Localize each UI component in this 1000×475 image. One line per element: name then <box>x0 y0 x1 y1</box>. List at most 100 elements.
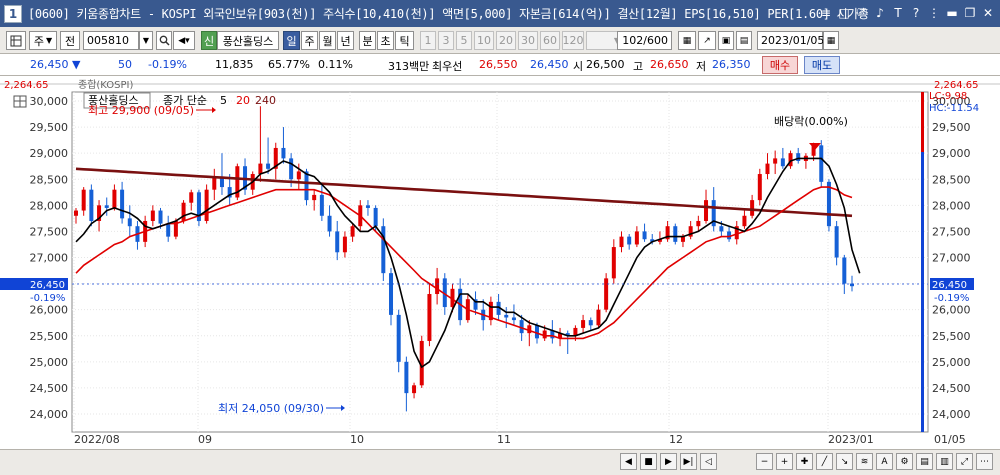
chevron-down-icon: ▼ <box>45 36 53 45</box>
restore-icon[interactable]: ❐ <box>962 4 978 21</box>
tab-yearly[interactable]: 년 <box>337 31 354 50</box>
zoom-out-icon[interactable]: − <box>756 453 773 470</box>
text-tool-icon[interactable]: A <box>876 453 893 470</box>
candle-down <box>396 314 401 362</box>
tab-tick[interactable]: 틱 <box>395 31 414 50</box>
y-tick-label-left: 24,500 <box>30 382 69 395</box>
candle-down <box>289 158 294 180</box>
interval-60[interactable]: 60 <box>540 31 560 50</box>
candle-up <box>412 385 417 394</box>
minimize-icon[interactable]: ▬ <box>944 4 960 21</box>
speaker-icon[interactable]: ◀▾ <box>173 31 195 50</box>
play-icon[interactable]: ▶ <box>660 453 677 470</box>
more-icon[interactable]: ⋯ <box>976 453 993 470</box>
candle-up <box>212 176 217 190</box>
settings-icon[interactable]: ⚙ <box>896 453 913 470</box>
current-pct-right: -0.19% <box>934 293 969 304</box>
font-icon[interactable]: T <box>890 4 906 21</box>
candle-up <box>773 158 778 164</box>
chart-grid-icon[interactable] <box>6 31 26 50</box>
y-tick-label-right: 27,000 <box>932 252 971 265</box>
sell-button[interactable]: 매도 <box>804 56 840 74</box>
indicator-icon[interactable]: ▦ <box>678 31 696 50</box>
code-dropdown-icon[interactable]: ▼ <box>139 31 153 50</box>
tab-monthly[interactable]: 월 <box>319 31 336 50</box>
tab-second[interactable]: 초 <box>377 31 394 50</box>
fib-icon[interactable]: ≋ <box>856 453 873 470</box>
interval-5[interactable]: 5 <box>456 31 472 50</box>
more-icon[interactable]: ⋮ <box>926 4 942 21</box>
draw-line-icon[interactable]: ╱ <box>816 453 833 470</box>
candle-up <box>312 194 317 201</box>
candle-down <box>365 205 370 208</box>
stop-icon[interactable]: ■ <box>640 453 657 470</box>
tab-weekly[interactable]: 주 <box>301 31 318 50</box>
kospi-overlay-label: 종합(KOSPI) <box>78 79 134 91</box>
x-tick-label: 2023/01 <box>828 433 874 446</box>
candle-up <box>150 210 155 221</box>
dividend-annotation: 배당락(0.00%) <box>774 115 848 128</box>
fullscreen-icon[interactable]: ⤢ <box>956 453 973 470</box>
rewind-icon[interactable]: ◀ <box>620 453 637 470</box>
buy-button[interactable]: 매수 <box>762 56 798 74</box>
x-tick-label: 10 <box>350 433 364 446</box>
low-price: 26,350 <box>712 58 751 71</box>
candle-down <box>158 210 163 224</box>
candle-up <box>765 163 770 175</box>
candle-down <box>381 226 386 274</box>
y-tick-label-right: 29,000 <box>932 147 971 160</box>
search-icon[interactable] <box>156 31 172 50</box>
crosshair-icon[interactable]: ✚ <box>796 453 813 470</box>
zoom-in-icon[interactable]: + <box>776 453 793 470</box>
tab-daily[interactable]: 일 <box>283 31 300 50</box>
interval-10[interactable]: 10 <box>474 31 494 50</box>
app-icon: 1 <box>4 4 22 23</box>
trend-icon[interactable]: ↗ <box>698 31 716 50</box>
chart-toolbar: 주 ▼ 전 005810 ▼ ◀▾ 신 풍산홀딩스 일 주 월 년 분 초 틱 1… <box>0 27 1000 54</box>
candle-up <box>189 192 194 203</box>
candle-down <box>780 158 785 167</box>
y-tick-label-right: 24,500 <box>932 382 971 395</box>
legend-ma240: 240 <box>255 94 276 107</box>
window-title: [0600] 키움종합차트 - KOSPI 외국인보유[903(천)] 주식수[… <box>28 7 868 21</box>
volume-ratio: 65.77% <box>268 58 310 71</box>
help-icon[interactable]: ? <box>908 4 924 21</box>
sound-icon[interactable]: ♪ <box>872 4 888 21</box>
stock-code-input[interactable]: 005810 <box>83 31 139 50</box>
interval-30[interactable]: 30 <box>518 31 538 50</box>
scroll-left-icon[interactable]: ◁ <box>700 453 717 470</box>
new-listing-badge[interactable]: 신 <box>201 31 217 50</box>
chart-area[interactable]: 2,264.65 종합(KOSPI) 2,264.65 30,000 29,500… <box>0 76 1000 452</box>
bar-count-input[interactable]: 102/600 <box>617 31 672 50</box>
interval-120[interactable]: 120 <box>562 31 584 50</box>
print-icon[interactable]: ▤ <box>916 453 933 470</box>
save-icon[interactable]: ▣ <box>718 31 734 50</box>
calendar-toggle-icon[interactable]: ▤ <box>736 31 752 50</box>
price-chart[interactable]: 2,264.65 종합(KOSPI) 2,264.65 30,000 29,500… <box>0 76 1000 452</box>
candle-up <box>704 200 709 221</box>
y-tick-label-right: 28,000 <box>932 199 971 212</box>
quote-bar: 26,450 ▼ 50 -0.19% 11,835 65.77% 0.11% 3… <box>0 54 1000 76</box>
layout-icon[interactable]: □ <box>836 4 852 21</box>
interval-1[interactable]: 1 <box>420 31 436 50</box>
y-tick-label-left: 29,500 <box>30 121 69 134</box>
candle-up <box>542 330 547 339</box>
tab-minute[interactable]: 분 <box>359 31 376 50</box>
period-select[interactable]: 주 ▼ <box>29 31 57 50</box>
interval-20[interactable]: 20 <box>496 31 516 50</box>
interval-3[interactable]: 3 <box>438 31 454 50</box>
kospi-right-value: 2,264.65 <box>934 80 979 91</box>
candle-up <box>634 231 639 245</box>
prev-button[interactable]: 전 <box>60 31 80 50</box>
trend-line-icon[interactable]: ↘ <box>836 453 853 470</box>
candle-down <box>389 273 394 315</box>
date-input[interactable]: 2023/01/05 <box>757 31 824 50</box>
candle-down <box>819 145 824 182</box>
window-controls: ≡ □ ⎚ ♪ T ? ⋮ ▬ ❐ ✕ <box>818 4 996 21</box>
close-icon[interactable]: ✕ <box>980 4 996 21</box>
menu-icon[interactable]: ≡ <box>818 4 834 21</box>
link-icon[interactable]: ⎚ <box>854 4 870 21</box>
calendar-icon[interactable]: ▦ <box>823 31 839 50</box>
layout-icon[interactable]: ▥ <box>936 453 953 470</box>
step-forward-icon[interactable]: ▶| <box>680 453 697 470</box>
